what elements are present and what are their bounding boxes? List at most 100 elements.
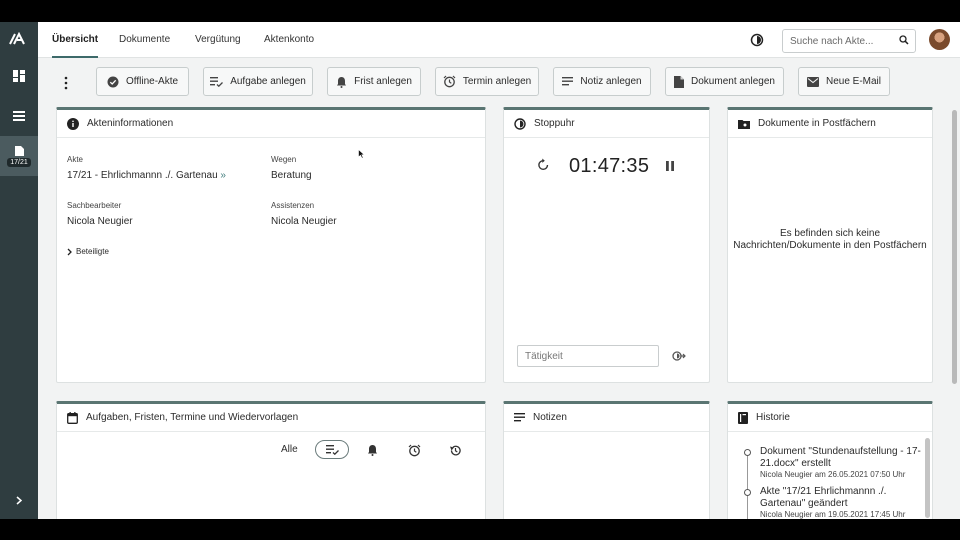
empty-message: Es befinden sich keine Nachrichten/Dokum… [733, 228, 927, 251]
timeline-dot [744, 489, 751, 496]
offline-akte-button[interactable]: Offline-Akte [96, 67, 189, 96]
panel-title: Aufgaben, Fristen, Termine und Wiedervor… [86, 412, 299, 423]
panel-title: Akteninformationen [87, 118, 174, 129]
sidebar-akte-active[interactable]: 17/21 [0, 136, 38, 176]
notes-icon [514, 413, 525, 422]
chevron-right-icon [16, 495, 22, 505]
notes-icon [562, 77, 574, 86]
sidebar-expand[interactable] [0, 482, 38, 518]
aufgabe-anlegen-button[interactable]: Aufgabe anlegen [203, 67, 313, 96]
dashboard-icon [13, 70, 25, 82]
panel-title: Notizen [533, 412, 567, 423]
tab-dokumente[interactable]: Dokumente [119, 22, 170, 58]
filter-fristen-bell-icon[interactable] [367, 444, 378, 456]
wegen-label: Wegen [271, 155, 297, 164]
neue-email-label: Neue E-Mail [825, 76, 882, 87]
pause-icon[interactable] [666, 161, 674, 171]
termin-anlegen-label: Termin anlegen [462, 76, 532, 87]
postfaecher-panel: Dokumente in Postfächern Es befinden sic… [727, 107, 933, 383]
page-scrollbar[interactable] [952, 110, 957, 384]
document-icon [674, 75, 685, 88]
panel-header: Dokumente in Postfächern [728, 110, 932, 138]
wegen-value: Beratung [271, 170, 312, 181]
filter-all[interactable]: Alle [281, 444, 298, 455]
sidebar-dashboard[interactable] [0, 58, 38, 94]
stoppuhr-panel: Stoppuhr 01:47:35 [503, 107, 710, 383]
aufgabe-anlegen-label: Aufgabe anlegen [230, 76, 306, 87]
panel-header: Historie [728, 404, 932, 432]
filter-wiedervorlagen-history-icon[interactable] [449, 444, 462, 457]
search-box[interactable] [782, 29, 916, 53]
search-icon[interactable] [899, 35, 909, 45]
assistenzen-value: Nicola Neugier [271, 216, 337, 227]
offline-akte-label: Offline-Akte [125, 76, 179, 87]
sidebar: 17/21 [0, 22, 38, 519]
beteiligte-label: Beteiligte [76, 247, 109, 256]
bell-icon [337, 76, 347, 88]
folder-icon [738, 119, 750, 129]
calendar-icon [67, 411, 78, 424]
taetigkeit-input[interactable] [517, 345, 659, 367]
frist-anlegen-label: Frist anlegen [354, 76, 412, 87]
reset-icon[interactable] [537, 158, 550, 171]
akteninformationen-panel: Akteninformationen Akte 17/21 - Ehrlichm… [56, 107, 486, 383]
neue-email-button[interactable]: Neue E-Mail [798, 67, 890, 96]
sachbearbeiter-label: Sachbearbeiter [67, 201, 122, 210]
app-logo [9, 31, 29, 48]
assistenzen-label: Assistenzen [271, 201, 315, 210]
history-item-meta: Nicola Neugier am 26.05.2021 07:50 Uhr [760, 470, 906, 479]
task-list-icon [325, 444, 339, 455]
history-book-icon [738, 411, 748, 424]
timer-display: 01:47:35 [569, 155, 650, 177]
notiz-anlegen-button[interactable]: Notiz anlegen [553, 67, 651, 96]
tab-verguetung[interactable]: Vergütung [195, 22, 241, 58]
timeline-dot [744, 449, 751, 456]
history-item-title[interactable]: Akte "17/21 Ehrlichmannn ./. Gartenau" g… [760, 486, 930, 510]
akte-value: 17/21 - Ehrlichmannn ./. Gartenau [67, 170, 218, 181]
tab-uebersicht[interactable]: Übersicht [52, 22, 99, 58]
timeline-line [747, 450, 748, 519]
filter-aufgaben[interactable] [315, 440, 349, 459]
alarm-clock-icon [443, 75, 456, 88]
aufgaben-panel: Aufgaben, Fristen, Termine und Wiedervor… [56, 401, 486, 519]
panel-header: Aufgaben, Fristen, Termine und Wiedervor… [57, 404, 485, 432]
document-icon [14, 145, 24, 156]
tab-aktenkonto[interactable]: Aktenkonto [264, 22, 314, 58]
sachbearbeiter-value: Nicola Neugier [67, 216, 133, 227]
beteiligte-toggle[interactable]: Beteiligte [67, 247, 109, 256]
mail-icon [806, 76, 819, 87]
history-item-meta: Nicola Neugier am 19.05.2021 17:45 Uhr [760, 510, 906, 519]
filter-termine-alarm-clock-icon[interactable] [408, 444, 421, 457]
check-circle-icon [107, 76, 119, 87]
app-window: 17/21 Übersicht Dokumente Vergütung Akte… [0, 22, 960, 519]
mouse-cursor-icon [358, 149, 365, 159]
akte-badge: 17/21 [7, 157, 31, 167]
panel-title: Stoppuhr [534, 118, 575, 129]
akte-link[interactable]: 17/21 - Ehrlichmannn ./. Gartenau » [67, 170, 226, 181]
panel-header: Notizen [504, 404, 709, 432]
historie-panel: Historie Dokument "Stundenaufstellung - … [727, 401, 933, 519]
dokument-anlegen-label: Dokument anlegen [691, 76, 775, 87]
termin-anlegen-button[interactable]: Termin anlegen [435, 67, 539, 96]
user-avatar[interactable] [929, 29, 950, 50]
search-input[interactable] [783, 30, 895, 52]
notizen-panel: Notizen [503, 401, 710, 519]
theme-toggle-icon[interactable] [750, 33, 764, 47]
sidebar-menu[interactable] [0, 98, 38, 134]
panel-header: Stoppuhr [504, 110, 709, 138]
book-time-icon[interactable] [672, 351, 686, 361]
task-list-icon [210, 76, 224, 87]
panel-title: Historie [756, 412, 790, 423]
stopwatch-icon [514, 117, 526, 130]
history-item-title[interactable]: Dokument "Stundenaufstellung - 17-21.doc… [760, 446, 930, 470]
info-icon [67, 117, 79, 130]
akte-label: Akte [67, 155, 84, 164]
top-bar: Übersicht Dokumente Vergütung Aktenkonto [38, 22, 960, 58]
panel-header: Akteninformationen [57, 110, 485, 138]
panel-title: Dokumente in Postfächern [758, 118, 876, 129]
history-scrollbar[interactable] [925, 438, 930, 518]
frist-anlegen-button[interactable]: Frist anlegen [327, 67, 421, 96]
dokument-anlegen-button[interactable]: Dokument anlegen [665, 67, 784, 96]
more-options-icon[interactable] [60, 76, 72, 90]
list-icon [13, 111, 25, 121]
